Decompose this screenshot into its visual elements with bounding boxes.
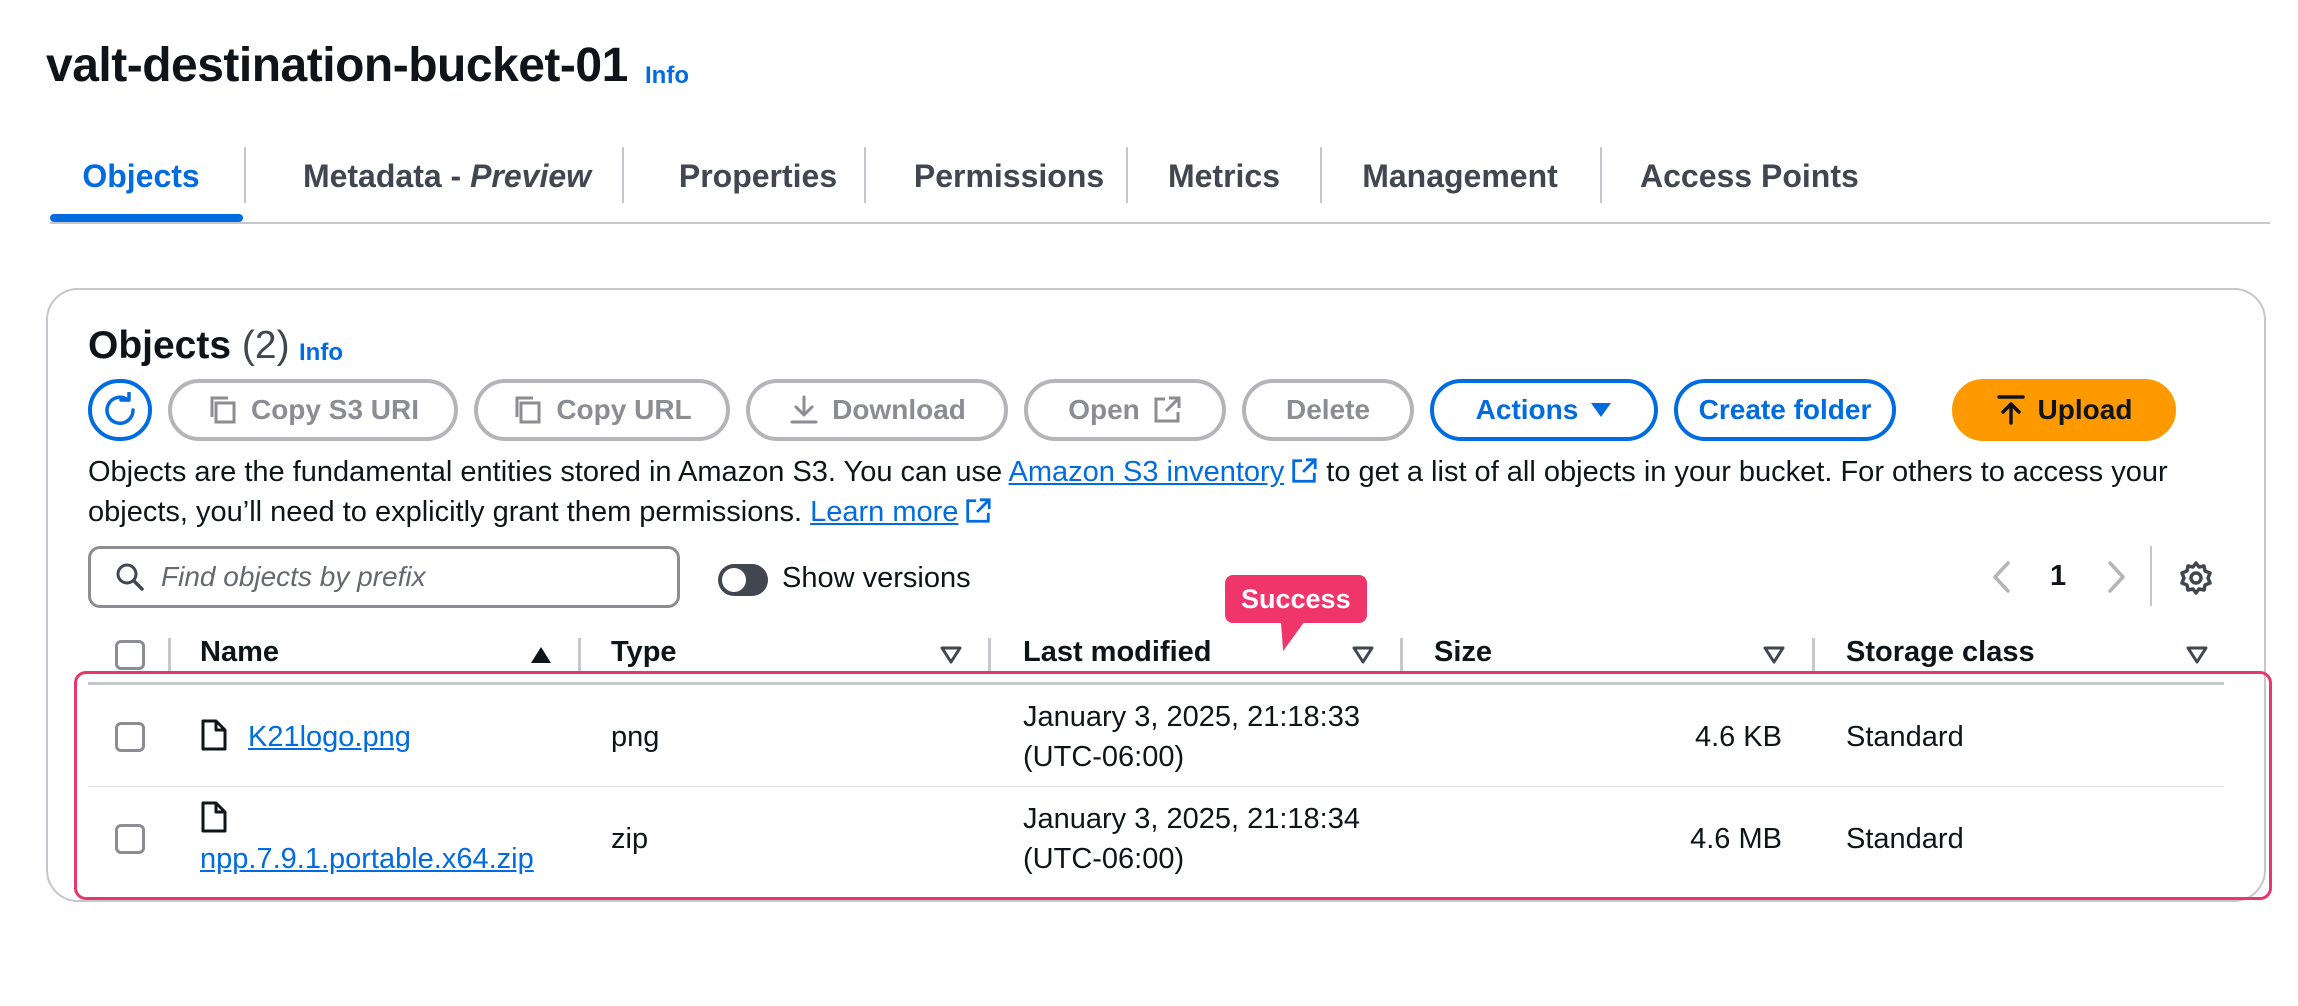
search-icon — [116, 563, 144, 591]
tab-access-points[interactable]: Access Points — [1640, 145, 1859, 223]
column-header-size[interactable]: Size — [1434, 636, 1492, 669]
tab-metadata[interactable]: Metadata - Preview — [284, 145, 610, 223]
external-link-icon — [1154, 396, 1181, 423]
highlight-box — [74, 671, 2272, 900]
copy-s3-uri-button[interactable]: Copy S3 URI — [168, 379, 458, 441]
actions-dropdown[interactable]: Actions — [1430, 379, 1658, 441]
select-all-checkbox[interactable] — [115, 640, 145, 670]
learn-more-link[interactable]: Learn more — [810, 496, 958, 528]
tabs-divider — [50, 222, 2270, 224]
sort-icon[interactable] — [2186, 646, 2208, 664]
column-header-last-modified[interactable]: Last modified — [1023, 636, 1212, 669]
delete-button[interactable]: Delete — [1242, 379, 1414, 441]
refresh-button[interactable] — [88, 379, 152, 441]
tab-management[interactable]: Management — [1360, 145, 1560, 223]
external-link-icon — [1292, 458, 1317, 483]
objects-count: (2) — [241, 324, 290, 367]
objects-info-link[interactable]: Info — [299, 339, 343, 367]
tab-permissions[interactable]: Permissions — [904, 145, 1114, 223]
search-input[interactable] — [159, 560, 663, 594]
upload-icon — [1996, 395, 2025, 425]
tab-objects[interactable]: Objects — [60, 145, 222, 223]
chevron-right-icon[interactable] — [2104, 560, 2128, 594]
tab-properties[interactable]: Properties — [662, 145, 854, 223]
upload-button[interactable]: Upload — [1952, 379, 2176, 441]
tab-bar: Objects Metadata - Preview Properties Pe… — [50, 145, 2270, 223]
objects-description: Objects are the fundamental entities sto… — [88, 456, 2168, 528]
external-link-icon — [966, 498, 992, 523]
chevron-left-icon[interactable] — [1990, 560, 2014, 594]
caret-down-icon — [1591, 403, 1612, 417]
success-tooltip: Success — [1225, 575, 1367, 623]
column-header-storage-class[interactable]: Storage class — [1846, 636, 2035, 669]
active-tab-indicator — [50, 214, 243, 222]
column-header-type[interactable]: Type — [611, 636, 677, 669]
copy-icon — [210, 396, 236, 424]
gear-icon[interactable] — [2176, 558, 2216, 598]
column-header-name[interactable]: Name — [200, 636, 279, 669]
page-title: valt-destination-bucket-01 — [46, 39, 628, 92]
open-button[interactable]: Open — [1024, 379, 1226, 441]
download-button[interactable]: Download — [746, 379, 1008, 441]
sort-ascending-icon[interactable] — [530, 646, 552, 664]
s3-inventory-link[interactable]: Amazon S3 inventory — [1009, 456, 1285, 488]
current-page[interactable]: 1 — [2050, 560, 2066, 593]
sort-icon[interactable] — [1763, 646, 1785, 664]
show-versions-label: Show versions — [782, 562, 971, 594]
copy-icon — [515, 396, 541, 424]
download-icon — [790, 395, 818, 424]
copy-url-button[interactable]: Copy URL — [474, 379, 730, 441]
pager-divider — [2150, 546, 2152, 606]
sort-icon[interactable] — [1352, 646, 1374, 664]
objects-heading: Objects (2) — [88, 324, 290, 367]
search-box — [88, 546, 680, 608]
bucket-info-link[interactable]: Info — [645, 62, 689, 90]
create-folder-button[interactable]: Create folder — [1674, 379, 1896, 441]
refresh-icon — [105, 392, 135, 425]
toggle-knob — [722, 568, 746, 592]
sort-icon[interactable] — [940, 646, 962, 664]
tab-metrics[interactable]: Metrics — [1166, 145, 1282, 223]
